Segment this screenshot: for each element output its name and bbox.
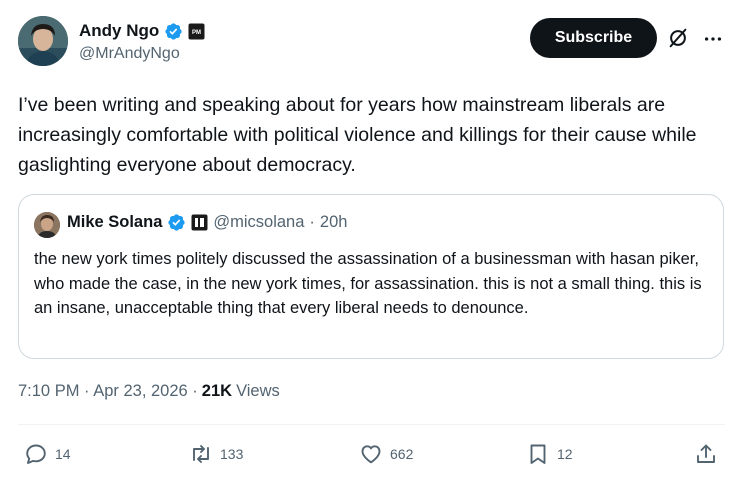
share-icon — [697, 444, 715, 463]
quoted-affiliate-badge-icon[interactable] — [191, 214, 208, 231]
quoted-verified-badge-icon[interactable] — [167, 213, 186, 232]
divider — [18, 424, 725, 425]
quoted-author-handle[interactable]: @micsolana — [213, 213, 304, 232]
tweet-text: I’ve been writing and speaking about for… — [18, 94, 697, 176]
views-count: 21K — [201, 382, 233, 400]
like-count: 662 — [390, 446, 414, 462]
quoted-meta-separator: · — [309, 213, 315, 231]
author-avatar[interactable] — [18, 16, 68, 66]
repost-count: 133 — [220, 446, 244, 462]
svg-text:PM: PM — [192, 30, 201, 36]
views-label: Views — [236, 382, 280, 400]
quoted-author-avatar[interactable] — [34, 212, 60, 238]
verified-badge-icon[interactable] — [164, 22, 183, 41]
quoted-author-name[interactable]: Mike Solana — [67, 213, 162, 232]
tweet-meta: 7:10 PM · Apr 23, 2026 · 21K Views — [18, 382, 280, 401]
reply-count: 14 — [55, 446, 71, 462]
bookmark-icon — [530, 444, 546, 464]
more-icon[interactable] — [702, 28, 724, 50]
quoted-tweet-text: the new york times politely discussed th… — [34, 250, 702, 317]
tweet-header: Andy Ngo PM @MrAndyNgo Subscribe — [18, 16, 727, 72]
bookmark-count: 12 — [557, 446, 573, 462]
repost-icon — [193, 445, 209, 463]
quoted-time[interactable]: 20h — [320, 213, 348, 232]
repost-button[interactable]: 133 — [189, 442, 243, 466]
reply-icon — [26, 444, 46, 464]
bookmark-button[interactable]: 12 — [526, 442, 573, 466]
author-handle[interactable]: @MrAndyNgo — [79, 45, 180, 63]
heart-icon — [361, 445, 381, 464]
grok-icon[interactable] — [667, 27, 689, 49]
action-bar: 14 133 662 12 — [0, 442, 743, 472]
share-button[interactable] — [694, 442, 718, 466]
quoted-tweet[interactable]: Mike Solana @micsolana · 20h the new yor… — [18, 194, 724, 359]
like-button[interactable]: 662 — [359, 442, 413, 466]
tweet-timestamp[interactable]: 7:10 PM · Apr 23, 2026 · — [18, 382, 198, 401]
reply-button[interactable]: 14 — [24, 442, 71, 466]
affiliate-badge-icon[interactable]: PM — [188, 23, 205, 40]
subscribe-button[interactable]: Subscribe — [530, 18, 657, 58]
author-display-name[interactable]: Andy Ngo — [79, 21, 159, 41]
